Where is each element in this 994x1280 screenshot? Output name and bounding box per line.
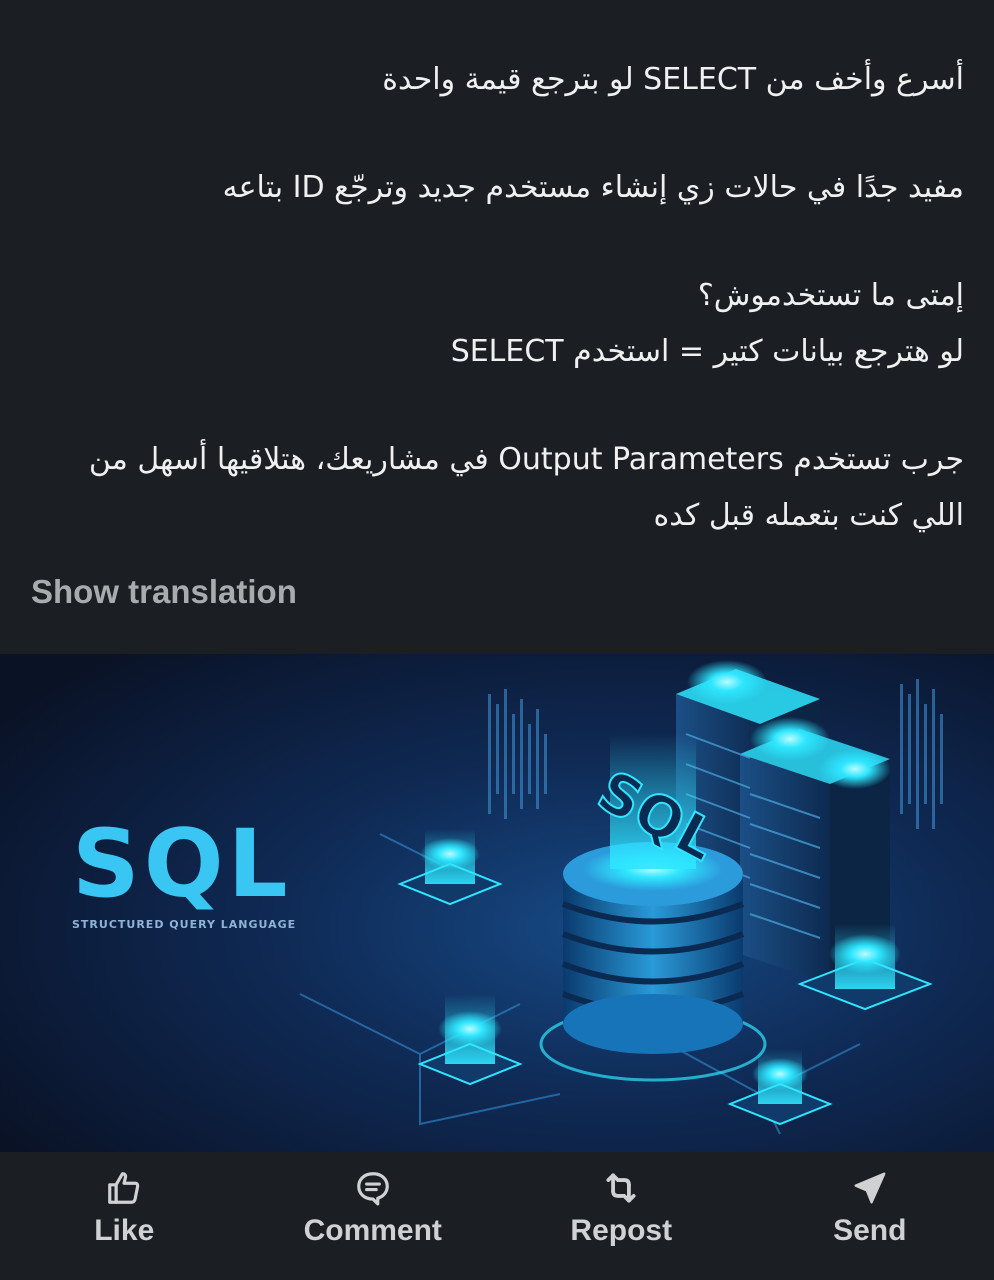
comment-label: Comment [303,1214,442,1247]
like-button[interactable]: Like [0,1152,249,1280]
thumbs-up-icon [104,1168,144,1208]
send-button[interactable]: Send [746,1152,994,1280]
post-line: إمتى ما تستخدموش؟ [697,278,964,313]
repost-button[interactable]: Repost [497,1152,746,1280]
post-line: جرب تستخدم Output Parameters في مشاريعك،… [88,442,964,477]
like-label: Like [94,1214,155,1247]
sql-logo-text: SQL [72,810,292,919]
post-line: اللي كنت بتعمله قبل كده [653,498,964,533]
post-paragraph: مفيد جدًا في حالات زي إنشاء مستخدم جديد … [30,160,964,216]
post-image[interactable]: SQL SQL STRUCTURED QUERY LANGUAGE [0,654,994,1152]
post-body: أسرع وأخف من SELECT لو بترجع قيمة واحدة … [30,52,964,596]
send-label: Send [833,1214,907,1247]
post-line: لو هترجع بيانات كتير = استخدم SELECT [450,334,964,369]
repost-label: Repost [570,1214,673,1247]
show-translation-link[interactable]: Show translation [31,573,297,611]
sql-logo-subtitle: STRUCTURED QUERY LANGUAGE [72,918,296,931]
post-action-bar: Like Comment Repost Send [0,1152,994,1280]
sql-illustration: SQL SQL STRUCTURED QUERY LANGUAGE [0,654,994,1152]
comment-button[interactable]: Comment [249,1152,498,1280]
post-paragraph: جرب تستخدم Output Parameters في مشاريعك،… [30,432,964,544]
post-line: مفيد جدًا في حالات زي إنشاء مستخدم جديد … [222,170,964,205]
post-line: أسرع وأخف من SELECT لو بترجع قيمة واحدة [382,62,964,97]
repost-icon [601,1168,641,1208]
post-paragraph: إمتى ما تستخدموش؟ لو هترجع بيانات كتير =… [30,268,964,380]
comment-icon [353,1168,393,1208]
post-paragraph: أسرع وأخف من SELECT لو بترجع قيمة واحدة [30,52,964,108]
send-icon [850,1168,890,1208]
